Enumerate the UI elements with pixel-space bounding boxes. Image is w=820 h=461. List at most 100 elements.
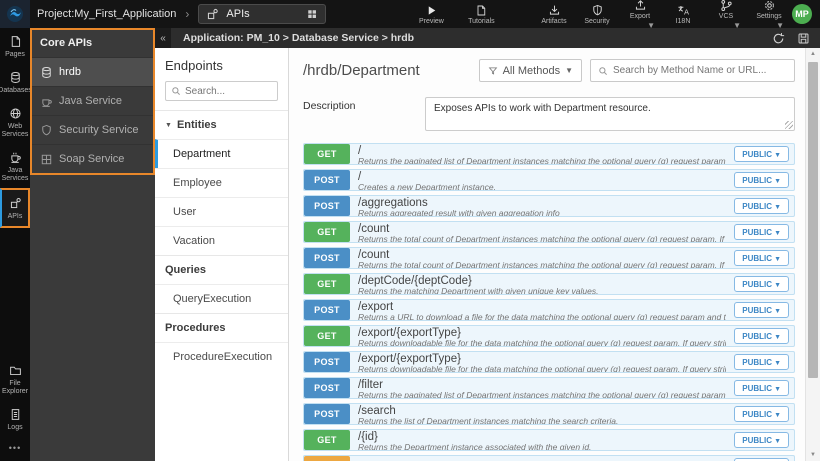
sidebar-item-label: Pages <box>5 51 25 58</box>
api-row-text: /filter Returns the paginated list of Dep… <box>350 378 734 398</box>
core-api-item-label: Java Service <box>59 95 122 107</box>
api-description: Returns the total count of Department in… <box>358 261 726 268</box>
endpoints-section-entities[interactable]: ▼ Entities <box>155 110 288 139</box>
access-dropdown[interactable]: PUBLIC▼ <box>734 406 789 422</box>
artifacts-label: Artifacts <box>541 17 567 25</box>
api-main-panel: /hrdb/Department All Methods ▼ Search by… <box>289 48 820 461</box>
sidebar-item-java-services[interactable]: Java Services <box>0 144 30 188</box>
access-dropdown[interactable]: PUBLIC▼ <box>734 250 789 266</box>
api-row[interactable]: GET/deptCode/{deptCode} Returns the match… <box>303 273 795 295</box>
vcs-branch-icon <box>720 0 733 12</box>
access-dropdown[interactable]: PUBLIC▼ <box>734 302 789 318</box>
api-row[interactable]: POST/filter Returns the paginated list of… <box>303 377 795 399</box>
access-dropdown[interactable]: PUBLIC▼ <box>734 224 789 240</box>
sidebar-item-databases[interactable]: Databases <box>0 64 32 100</box>
collapse-panel-button[interactable]: « <box>155 28 171 48</box>
export-button[interactable]: Export ▼ <box>625 0 655 30</box>
description-textarea[interactable]: Exposes APIs to work with Department res… <box>425 97 795 131</box>
api-row[interactable]: POST/aggregations Returns aggregated resu… <box>303 195 795 217</box>
vertical-scrollbar[interactable]: ▲ ▼ <box>805 48 820 461</box>
tutorials-button[interactable]: Tutorials <box>464 4 498 25</box>
endpoint-item-user[interactable]: User <box>155 197 288 226</box>
method-search[interactable] <box>590 59 795 82</box>
caret-down-icon: ▼ <box>774 333 781 341</box>
caret-down-icon: ▼ <box>774 255 781 263</box>
access-dropdown[interactable]: PUBLIC▼ <box>734 354 789 370</box>
core-api-item-security-service[interactable]: Security Service <box>32 115 153 144</box>
settings-button[interactable]: Settings ▼ <box>754 0 784 30</box>
shield-icon <box>40 124 53 136</box>
api-path: /deptCode/{deptCode} <box>358 275 472 287</box>
api-row[interactable]: GET/count Returns the total count of Depa… <box>303 221 795 243</box>
vcs-button[interactable]: VCS ▼ <box>711 0 741 30</box>
core-api-item-soap-service[interactable]: Soap Service <box>32 144 153 173</box>
api-row[interactable]: POST/export/{exportType} Returns download… <box>303 351 795 373</box>
wavemaker-logo-icon[interactable] <box>0 0 30 28</box>
core-api-item-java-service[interactable]: Java Service <box>32 86 153 115</box>
preview-button[interactable]: Preview <box>414 4 448 25</box>
save-icon[interactable] <box>797 32 810 45</box>
api-row[interactable]: POST / Creates a new Department instance. P… <box>303 169 795 191</box>
api-description: Creates a new Department instance. <box>358 183 496 190</box>
access-dropdown[interactable]: PUBLIC▼ <box>734 380 789 396</box>
tutorials-doc-icon <box>475 4 487 17</box>
access-dropdown[interactable]: PUBLIC▼ <box>734 328 789 344</box>
api-row[interactable]: POST/search Returns the list of Departmen… <box>303 403 795 425</box>
access-dropdown[interactable]: PUBLIC▼ <box>734 198 789 214</box>
api-row[interactable]: PUTPUBLIC▼ <box>303 455 795 461</box>
endpoints-search-input[interactable] <box>185 85 272 97</box>
core-api-item-hrdb[interactable]: hrdb <box>32 57 153 86</box>
sidebar-item-file-explorer[interactable]: File Explorer <box>0 357 30 401</box>
api-row[interactable]: POST/export Returns a URL to download a f… <box>303 299 795 321</box>
settings-gear-icon <box>763 0 776 12</box>
endpoint-item-procedureexecution[interactable]: ProcedureExecution <box>155 342 288 371</box>
apis-switcher-dropdown[interactable]: APIs <box>198 4 327 24</box>
artifacts-button[interactable]: Artifacts <box>539 4 569 25</box>
api-row[interactable]: GET/export/{exportType} Returns downloada… <box>303 325 795 347</box>
api-path: /export <box>358 301 394 313</box>
project-name[interactable]: Project:My_First_Application <box>37 8 176 20</box>
refresh-icon[interactable] <box>772 32 785 45</box>
vcs-label: VCS <box>718 12 734 20</box>
endpoint-item-employee[interactable]: Employee <box>155 168 288 197</box>
endpoint-item-department[interactable]: Department <box>155 139 288 168</box>
core-apis-highlight-box: Core APIs hrdb Java Service Security Servi… <box>30 28 155 175</box>
sidebar-item-web-services[interactable]: Web Services <box>0 100 30 144</box>
method-filter-dropdown[interactable]: All Methods ▼ <box>478 59 582 82</box>
core-apis-title: Core APIs <box>40 37 93 49</box>
method-badge: POST <box>304 378 350 398</box>
sidebar-item-pages[interactable]: Pages <box>0 28 30 64</box>
access-dropdown[interactable]: PUBLIC▼ <box>734 276 789 292</box>
access-dropdown[interactable]: PUBLIC▼ <box>734 432 789 448</box>
sidebar-item-apis[interactable]: APIs <box>0 188 30 228</box>
endpoints-title: Endpoints <box>165 58 223 73</box>
endpoints-section-queries[interactable]: Queries <box>155 255 288 284</box>
sidebar-item-logs[interactable]: Logs <box>0 401 30 437</box>
endpoints-search[interactable] <box>165 81 278 101</box>
apis-icon <box>9 196 22 211</box>
api-row-text: / Creates a new Department instance. <box>350 170 734 190</box>
sidebar-overflow-button[interactable]: ••• <box>0 437 30 461</box>
access-dropdown[interactable]: PUBLIC▼ <box>734 146 789 162</box>
avatar[interactable]: MP <box>792 4 812 24</box>
scrollbar-thumb[interactable] <box>808 62 818 378</box>
scroll-down-arrow[interactable]: ▼ <box>806 452 820 458</box>
endpoint-item-queryexecution[interactable]: QueryExecution <box>155 284 288 313</box>
content-column: « Application: PM_10 > Database Service … <box>155 28 820 461</box>
api-row-text: /{id} Returns the Department instance ass… <box>350 430 734 450</box>
endpoints-section-procedures[interactable]: Procedures <box>155 313 288 342</box>
grid-icon[interactable] <box>306 8 318 20</box>
api-row[interactable]: GET/{id} Returns the Department instance … <box>303 429 795 451</box>
api-row[interactable]: POST/count Returns the total count of Dep… <box>303 247 795 269</box>
resize-handle[interactable] <box>785 121 793 129</box>
method-search-input[interactable] <box>613 65 787 76</box>
scroll-up-arrow[interactable]: ▲ <box>806 51 820 57</box>
core-api-item-label: Security Service <box>59 124 139 136</box>
endpoints-section-label: Entities <box>176 119 217 131</box>
i18n-button[interactable]: A I18N <box>668 4 698 25</box>
api-row[interactable]: GET / Returns the paginated list of Depart… <box>303 143 795 165</box>
access-dropdown[interactable]: PUBLIC▼ <box>734 172 789 188</box>
caret-down-icon: ▼ <box>774 307 781 315</box>
endpoint-item-vacation[interactable]: Vacation <box>155 226 288 255</box>
security-button[interactable]: Security <box>582 4 612 25</box>
